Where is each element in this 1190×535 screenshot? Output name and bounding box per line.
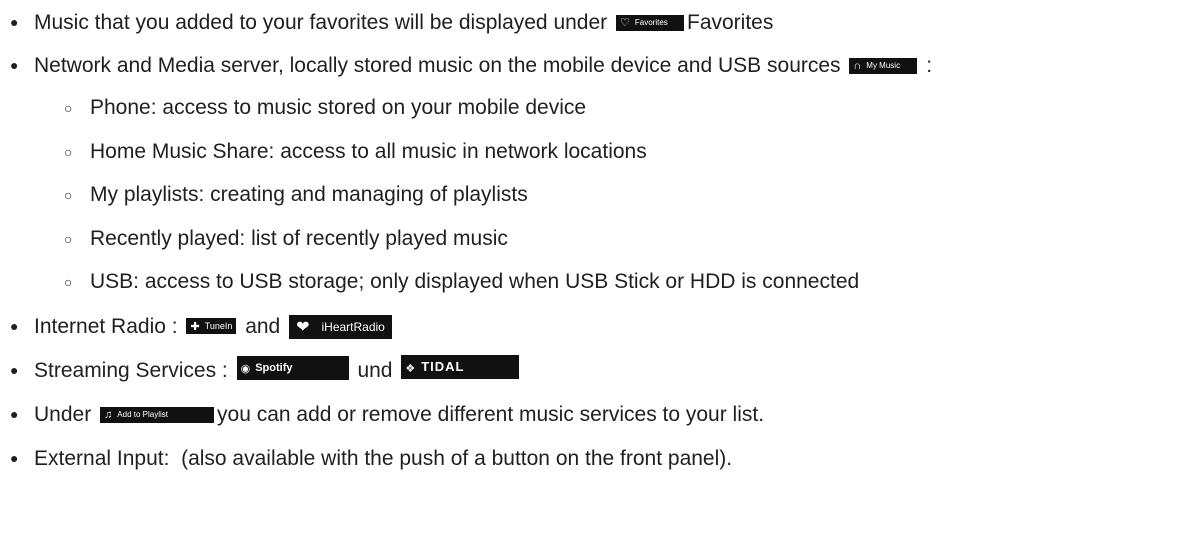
sub-list-item-usb: ○ USB: access to USB storage; only displa… <box>64 267 859 297</box>
sub-list-item-recently-played: ○ Recently played: list of recently playe… <box>64 224 508 254</box>
heart-icon: ♡ <box>620 17 630 29</box>
list-item-network: ● Network and Media server, locally store… <box>10 50 932 80</box>
sub-bullet: ○ <box>64 144 73 160</box>
tidal-icon: ❖ <box>405 363 417 375</box>
tunein-icon: ✚ <box>190 321 200 333</box>
add-to-playlist-badge: ♫ Add to Playlist <box>100 407 215 423</box>
tidal-badge: ❖ TIDAL <box>401 355 520 379</box>
list-item-add-to-playlist: ● Under ♫ Add to Playlist you can add or re… <box>10 399 764 429</box>
headphones-icon: ∩ <box>853 60 862 72</box>
favorites-badge: ♡ Favorites <box>616 15 684 31</box>
iheart-icon: ❤ <box>296 319 310 336</box>
favorites-text: Music that you added to your favorites w… <box>34 11 608 34</box>
spotify-icon: ◉ <box>240 363 251 375</box>
document: ● Music that you added to your favorites … <box>0 0 1190 535</box>
playlist-description: you can add or remove different music se… <box>217 403 765 426</box>
external-input-text: External Input: (also available with the… <box>34 447 733 470</box>
bullet: ● <box>10 14 19 30</box>
my-music-badge: ∩ My Music <box>849 58 918 74</box>
tunein-badge: ✚ TuneIn <box>186 318 237 334</box>
sub-list-item-phone: ○ Phone: access to music stored on your m… <box>64 93 586 123</box>
streaming-text: Streaming Services : <box>34 359 228 382</box>
bullet: ● <box>10 318 19 334</box>
network-colon: : <box>926 54 933 77</box>
bullet: ● <box>10 362 19 378</box>
sub-bullet: ○ <box>64 231 73 247</box>
sub-list-item-home-music-share: ○ Home Music Share: access to all music i… <box>64 137 647 167</box>
playlist-icon: ♫ <box>104 409 113 421</box>
favorites-label: Favorites <box>687 11 774 34</box>
iheartradio-badge: ❤ iHeartRadio <box>289 315 392 339</box>
bullet: ● <box>10 406 19 422</box>
bullet: ● <box>10 450 19 466</box>
sub-bullet: ○ <box>64 274 73 290</box>
spotify-badge: ◉ Spotify <box>236 356 349 380</box>
list-item-favorites: ● Music that you added to your favorites … <box>10 7 773 37</box>
list-item-external-input: ● External Input: (also available with th… <box>10 443 732 473</box>
internet-radio-text: Internet Radio : <box>34 315 178 338</box>
und-text: und <box>357 359 393 382</box>
and-text: and <box>245 315 281 338</box>
sub-bullet: ○ <box>64 100 73 116</box>
sub-bullet: ○ <box>64 187 73 203</box>
sub-list-item-my-playlists: ○ My playlists: creating and managing of … <box>64 180 528 210</box>
list-item-internet-radio: ● Internet Radio : ✚ TuneIn and ❤ iHeartRad… <box>10 311 395 341</box>
under-text: Under <box>34 403 92 426</box>
network-text: Network and Media server, locally stored… <box>34 54 841 77</box>
bullet: ● <box>10 57 19 73</box>
list-item-streaming: ● Streaming Services : ◉ Spotify und ❖ TIDA… <box>10 355 522 385</box>
